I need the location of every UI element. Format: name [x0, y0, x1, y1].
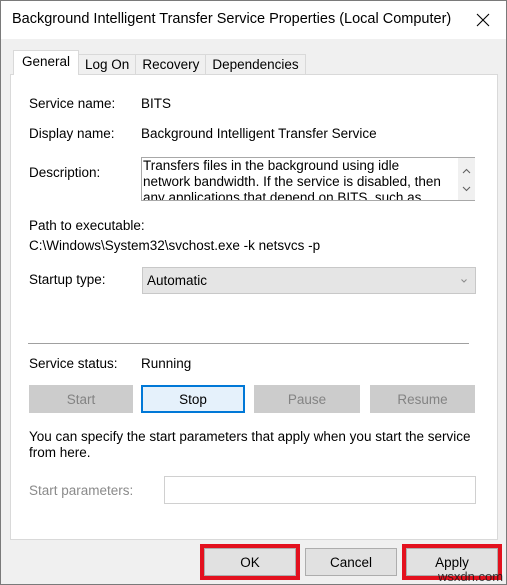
watermark: wsxdn.com: [438, 569, 504, 584]
stop-button[interactable]: Stop: [141, 385, 245, 413]
service-name-value: BITS: [141, 96, 172, 111]
cancel-button[interactable]: Cancel: [305, 548, 397, 576]
start-button[interactable]: Start: [29, 385, 133, 413]
tab-strip: General Log On Recovery Dependencies: [13, 50, 306, 75]
close-button[interactable]: [468, 5, 498, 35]
display-name-label: Display name:: [29, 126, 115, 141]
general-panel: Service name: BITS Display name: Backgro…: [10, 74, 498, 540]
start-params-label: Start parameters:: [29, 483, 134, 498]
startup-type-value: Automatic: [147, 273, 208, 288]
chevron-down-icon: [461, 279, 467, 283]
tab-dependencies[interactable]: Dependencies: [205, 54, 306, 75]
resume-button[interactable]: Resume: [370, 385, 475, 413]
display-name-value: Background Intelligent Transfer Service: [141, 126, 377, 141]
pause-button[interactable]: Pause: [254, 385, 360, 413]
title-bar: Background Intelligent Transfer Service …: [1, 1, 506, 39]
tab-recovery[interactable]: Recovery: [135, 54, 207, 75]
path-label: Path to executable:: [29, 218, 145, 233]
startup-type-label: Startup type:: [29, 272, 106, 287]
service-status-label: Service status:: [29, 356, 118, 371]
description-box[interactable]: Transfers files in the background using …: [141, 157, 475, 201]
start-params-info: You can specify the start parameters tha…: [29, 429, 471, 460]
start-params-input[interactable]: [164, 476, 476, 504]
scroll-down-icon[interactable]: [462, 184, 471, 193]
description-text: Transfers files in the background using …: [143, 158, 441, 201]
description-scrollbar[interactable]: [458, 158, 475, 200]
separator: [28, 343, 469, 344]
tab-general[interactable]: General: [13, 50, 80, 75]
ok-button[interactable]: OK: [200, 544, 300, 580]
service-name-label: Service name:: [29, 96, 116, 111]
tab-log-on[interactable]: Log On: [78, 54, 137, 75]
scroll-up-icon[interactable]: [462, 166, 471, 175]
startup-type-select[interactable]: Automatic: [142, 267, 476, 294]
window-title: Background Intelligent Transfer Service …: [12, 11, 452, 27]
properties-dialog: Background Intelligent Transfer Service …: [0, 0, 507, 585]
description-label: Description:: [29, 165, 101, 180]
path-value: C:\Windows\System32\svchost.exe -k netsv…: [29, 238, 321, 253]
close-icon: [476, 13, 490, 27]
service-status-value: Running: [141, 356, 192, 371]
